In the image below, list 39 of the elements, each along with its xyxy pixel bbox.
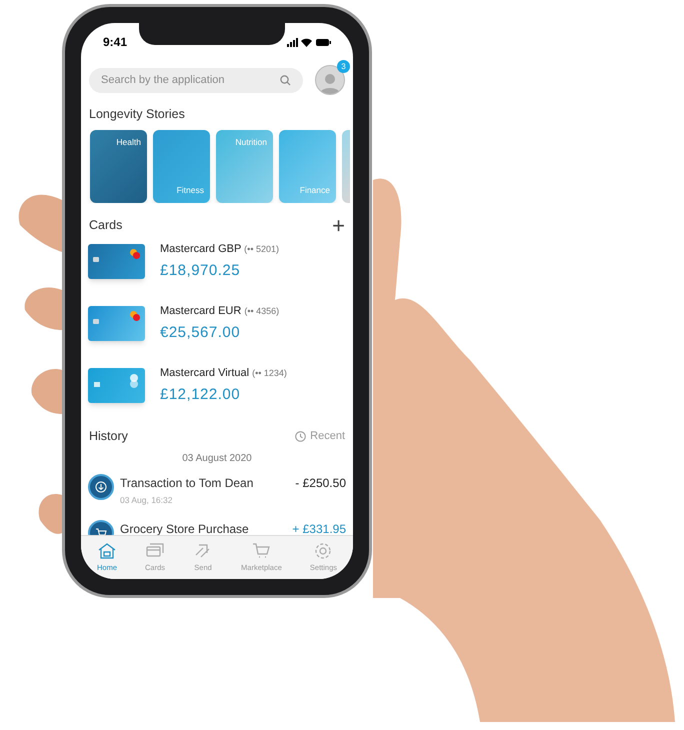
story-tile[interactable]: Fitness (153, 130, 210, 203)
search-icon (280, 74, 291, 86)
history-date: 03 August 2020 (182, 452, 252, 466)
card-name: Mastercard EUR (•• 4356) (160, 304, 280, 319)
search-input[interactable]: Search by the application (101, 72, 280, 88)
bank-card-drawing (88, 368, 145, 404)
avatar[interactable] (315, 65, 345, 95)
bank-card-drawing (88, 306, 145, 342)
add-card-button[interactable]: + (332, 214, 345, 237)
notification-badge: 3 (337, 60, 350, 73)
status-time: 9:41 (103, 34, 128, 51)
story-tile[interactable]: Nutrition (216, 130, 273, 203)
transaction-title: Transaction to Tom Dean (120, 474, 254, 492)
transaction-amount: - £250.50 (295, 474, 346, 492)
bank-card-drawing (88, 244, 145, 280)
section-title: Cards (89, 217, 122, 234)
transaction-amount: + £331.95 (292, 521, 346, 538)
story-label: Health (116, 136, 141, 148)
card-balance: £18,970.25 (160, 261, 242, 282)
story-label: Fitness (176, 184, 204, 197)
card-balance: €25,567.00 (160, 323, 242, 344)
card-name: Mastercard Virtual (•• 1234) (160, 366, 287, 381)
status-icons (287, 38, 331, 46)
story-tile[interactable]: Health (90, 130, 147, 203)
transaction-title: Grocery Store Purchase (120, 521, 250, 538)
card-balance: £12,122.00 (160, 385, 242, 406)
card-name: Mastercard GBP (•• 5201) (160, 242, 279, 257)
gear-icon (313, 541, 334, 562)
search-field[interactable]: Search by the application (89, 68, 303, 92)
home-icon (97, 541, 117, 562)
story-tile[interactable]: Finance (279, 130, 336, 203)
clock-icon (295, 430, 306, 442)
story-label: Finance (300, 184, 330, 197)
section-title: Longevity Stories (88, 106, 186, 123)
transaction-time: 03 Aug, 16:32 (120, 494, 174, 506)
story-label: Nutrition (235, 136, 267, 148)
recent-filter-button[interactable]: Recent (295, 428, 345, 444)
section-title: History (89, 428, 128, 445)
story-tile[interactable] (342, 130, 350, 203)
